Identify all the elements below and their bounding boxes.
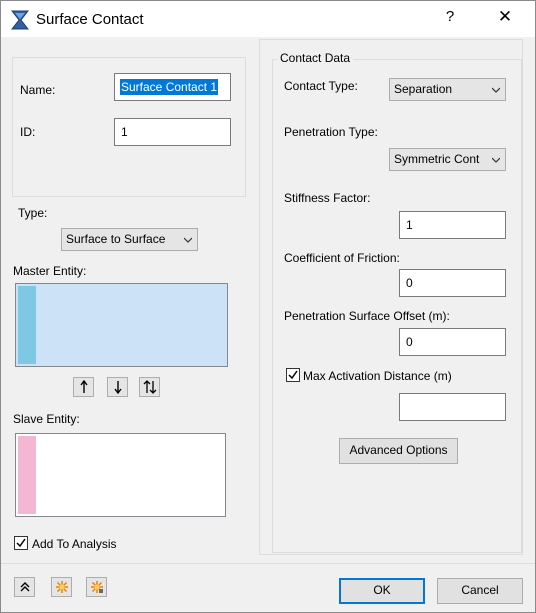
contact-type-value: Separation: [394, 82, 453, 96]
penetration-type-select[interactable]: Symmetric Cont: [389, 148, 506, 171]
arrow-down-icon: [114, 381, 122, 394]
stiffness-factor-field[interactable]: 1: [399, 211, 506, 239]
burst-settings-icon: [91, 581, 103, 593]
friction-label: Coefficient of Friction:: [284, 251, 400, 265]
help-button[interactable]: ?: [440, 8, 460, 30]
add-to-analysis-checkbox[interactable]: [14, 536, 28, 550]
collapse-button[interactable]: [14, 577, 35, 597]
name-field[interactable]: Surface Contact 1: [114, 73, 231, 101]
friction-field[interactable]: 0: [399, 269, 506, 297]
chevron-down-icon: [492, 87, 500, 93]
offset-field[interactable]: 0: [399, 328, 506, 356]
name-value: Surface Contact 1: [120, 79, 219, 95]
type-value: Surface to Surface: [66, 232, 166, 246]
penetration-type-value: Symmetric Cont: [394, 152, 480, 166]
advanced-options-button[interactable]: Advanced Options: [339, 438, 458, 464]
swap-arrows-icon: [143, 380, 157, 394]
slave-entity-label: Slave Entity:: [13, 412, 80, 426]
add-to-analysis-label: Add To Analysis: [32, 537, 117, 551]
title-bar[interactable]: Surface Contact ? ✕: [1, 1, 535, 37]
checkmark-icon: [288, 370, 298, 380]
penetration-type-label: Penetration Type:: [284, 125, 378, 139]
contact-data-group-label: Contact Data: [277, 51, 354, 65]
type-label: Type:: [18, 206, 48, 220]
cancel-button[interactable]: Cancel: [437, 578, 523, 604]
master-entity-list[interactable]: [15, 283, 228, 367]
max-activation-checkbox[interactable]: [286, 368, 300, 382]
master-entity-label: Master Entity:: [13, 264, 87, 278]
move-down-button[interactable]: [107, 377, 128, 397]
move-up-button[interactable]: [73, 377, 94, 397]
chevron-down-icon: [184, 237, 192, 243]
burst-icon: [56, 581, 68, 593]
window-title: Surface Contact: [36, 11, 144, 28]
swap-button[interactable]: [139, 377, 160, 397]
chevron-down-icon: [492, 157, 500, 163]
checkmark-icon: [16, 538, 26, 548]
slave-entity-list[interactable]: [15, 433, 226, 517]
close-button[interactable]: ✕: [493, 7, 517, 31]
id-label: ID:: [20, 125, 36, 139]
name-label: Name:: [20, 83, 56, 97]
contact-type-label: Contact Type:: [284, 79, 358, 93]
app-hourglass-icon: [11, 10, 29, 30]
stiffness-factor-label: Stiffness Factor:: [284, 191, 371, 205]
footer-divider: [1, 563, 535, 564]
burst-button[interactable]: [51, 577, 72, 597]
id-field[interactable]: 1: [114, 118, 231, 146]
ok-button[interactable]: OK: [339, 578, 425, 604]
max-activation-field[interactable]: [399, 393, 506, 421]
type-select[interactable]: Surface to Surface: [61, 228, 198, 251]
master-entity-color-strip: [18, 286, 36, 364]
slave-entity-color-strip: [18, 436, 36, 514]
contact-type-select[interactable]: Separation: [389, 78, 506, 101]
burst-settings-button[interactable]: [86, 577, 107, 597]
offset-label: Penetration Surface Offset (m):: [284, 309, 450, 323]
arrow-up-icon: [80, 380, 88, 393]
collapse-up-icon: [20, 582, 30, 592]
surface-contact-dialog: Surface Contact ? ✕ Name: Surface Contac…: [0, 0, 536, 613]
max-activation-label: Max Activation Distance (m): [303, 369, 452, 383]
